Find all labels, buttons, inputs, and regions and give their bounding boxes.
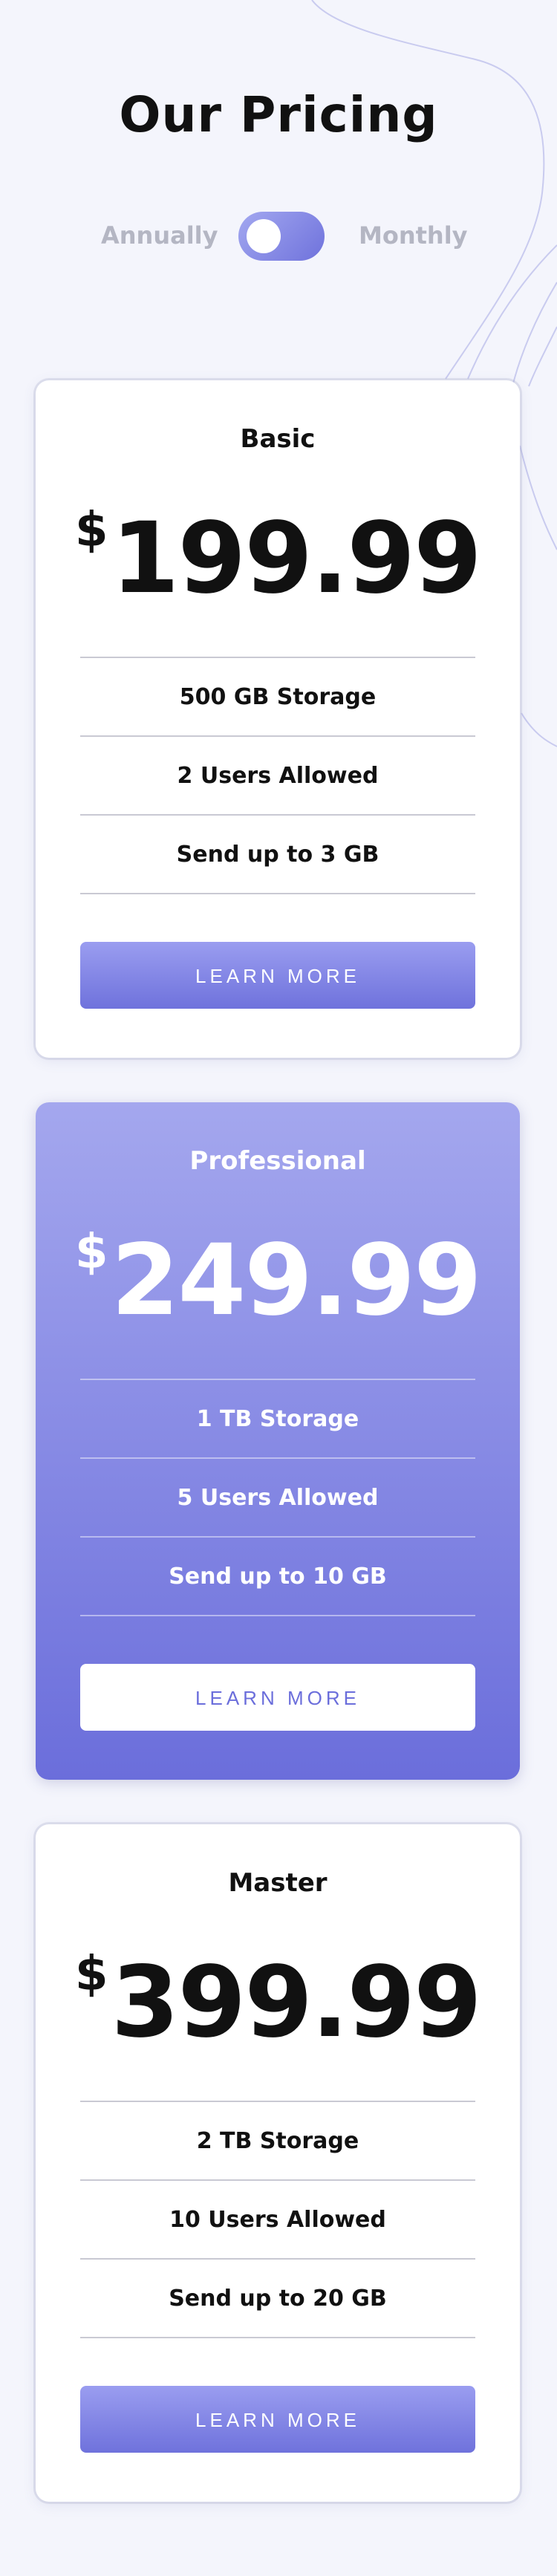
feature-list: 1 TB Storage 5 Users Allowed Send up to …	[80, 1379, 475, 1616]
currency-symbol: $	[75, 503, 108, 558]
billing-monthly-label[interactable]: Monthly	[359, 221, 468, 250]
plan-price: $249.99	[36, 1229, 520, 1330]
currency-symbol: $	[75, 1225, 108, 1280]
plan-name: Master	[228, 1868, 328, 1898]
feature-item: 5 Users Allowed	[80, 1457, 475, 1536]
feature-list: 2 TB Storage 10 Users Allowed Send up to…	[80, 2101, 475, 2338]
switch-knob	[247, 219, 281, 253]
plan-name: Professional	[189, 1146, 366, 1176]
feature-item: 1 TB Storage	[80, 1379, 475, 1457]
feature-item: 2 TB Storage	[80, 2101, 475, 2179]
plan-name: Basic	[240, 424, 316, 454]
billing-toggle-row: Annually Monthly	[0, 208, 557, 264]
price-amount: 399.99	[111, 1945, 482, 2060]
plan-card-master: Master $399.99 2 TB Storage 10 Users All…	[36, 1824, 520, 2502]
plan-price: $399.99	[36, 1951, 520, 2052]
price-amount: 249.99	[111, 1223, 482, 1338]
feature-item: 500 GB Storage	[80, 657, 475, 735]
learn-more-button-professional[interactable]: LEARN MORE	[80, 1664, 475, 1731]
plan-price: $199.99	[36, 507, 520, 608]
feature-item: 2 Users Allowed	[80, 735, 475, 814]
feature-item: 10 Users Allowed	[80, 2179, 475, 2258]
currency-symbol: $	[75, 1947, 108, 2002]
feature-item: Send up to 20 GB	[80, 2258, 475, 2338]
feature-item: Send up to 3 GB	[80, 814, 475, 894]
plan-card-basic: Basic $199.99 500 GB Storage 2 Users All…	[36, 380, 520, 1058]
price-amount: 199.99	[111, 501, 482, 616]
feature-item: Send up to 10 GB	[80, 1536, 475, 1616]
learn-more-button-master[interactable]: LEARN MORE	[80, 2386, 475, 2453]
feature-list: 500 GB Storage 2 Users Allowed Send up t…	[80, 657, 475, 894]
learn-more-button-basic[interactable]: LEARN MORE	[80, 942, 475, 1009]
plan-card-professional: Professional $249.99 1 TB Storage 5 User…	[36, 1102, 520, 1780]
page-title: Our Pricing	[119, 86, 438, 143]
pricing-page: Our Pricing Annually Monthly Basic $199.…	[0, 0, 557, 2576]
billing-annually-label[interactable]: Annually	[101, 221, 218, 250]
billing-period-switch[interactable]	[238, 212, 325, 261]
